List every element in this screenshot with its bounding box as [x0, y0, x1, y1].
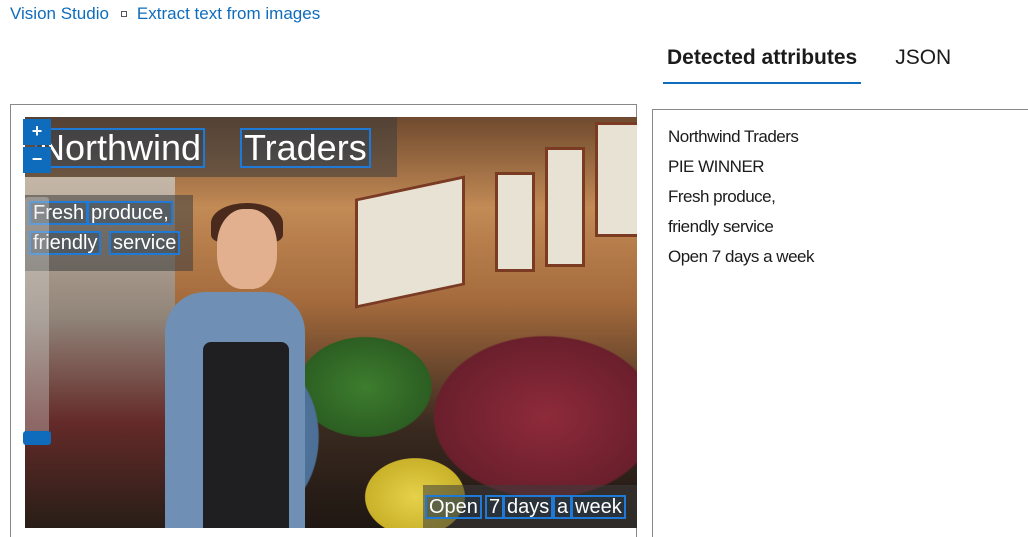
photo-sign-2	[495, 172, 535, 272]
zoom-in-button[interactable]: +	[23, 119, 51, 145]
zoom-out-button[interactable]: −	[23, 147, 51, 173]
image-viewer-panel: Northwind Traders Fresh produce, friendl…	[10, 104, 637, 537]
ocr-word-a[interactable]: a	[553, 495, 573, 519]
photo-sign-3	[545, 147, 585, 267]
ocr-word-produce[interactable]: produce,	[87, 201, 173, 225]
detected-line: Fresh produce,	[668, 187, 776, 206]
breadcrumb: Vision Studio Extract text from images	[10, 4, 320, 24]
detected-line: friendly service	[668, 217, 774, 236]
ocr-word-week[interactable]: week	[571, 495, 626, 519]
tab-detected-attributes[interactable]: Detected attributes	[663, 44, 862, 84]
ocr-word-open[interactable]: Open	[425, 495, 482, 519]
tab-json[interactable]: JSON	[891, 44, 955, 84]
zoom-slider-thumb[interactable]	[23, 431, 51, 445]
breadcrumb-extract-text-link[interactable]: Extract text from images	[137, 4, 320, 24]
breadcrumb-vision-studio-link[interactable]: Vision Studio	[10, 4, 109, 24]
ocr-word-7[interactable]: 7	[485, 495, 505, 519]
photo-sign-1	[355, 175, 465, 309]
result-tabs: Detected attributes JSON	[663, 44, 955, 84]
zoom-slider-track[interactable]	[25, 197, 49, 433]
photo-person-head	[217, 209, 277, 289]
ocr-word-days[interactable]: days	[503, 495, 554, 519]
store-photo: Northwind Traders Fresh produce, friendl…	[25, 117, 637, 528]
detected-attributes-panel: Northwind Traders PIE WINNER Fresh produ…	[652, 110, 1028, 537]
breadcrumb-separator-icon	[120, 11, 127, 17]
detected-line: Northwind Traders	[668, 127, 799, 146]
ocr-word-northwind[interactable]: Northwind	[35, 128, 206, 168]
photo-person-apron	[203, 342, 289, 528]
photo-sign-4	[595, 122, 637, 237]
detected-line: Open 7 days a week	[668, 247, 814, 266]
detected-line: PIE WINNER	[668, 157, 765, 176]
ocr-word-service[interactable]: service	[109, 231, 181, 255]
ocr-word-traders[interactable]: Traders	[240, 128, 371, 168]
